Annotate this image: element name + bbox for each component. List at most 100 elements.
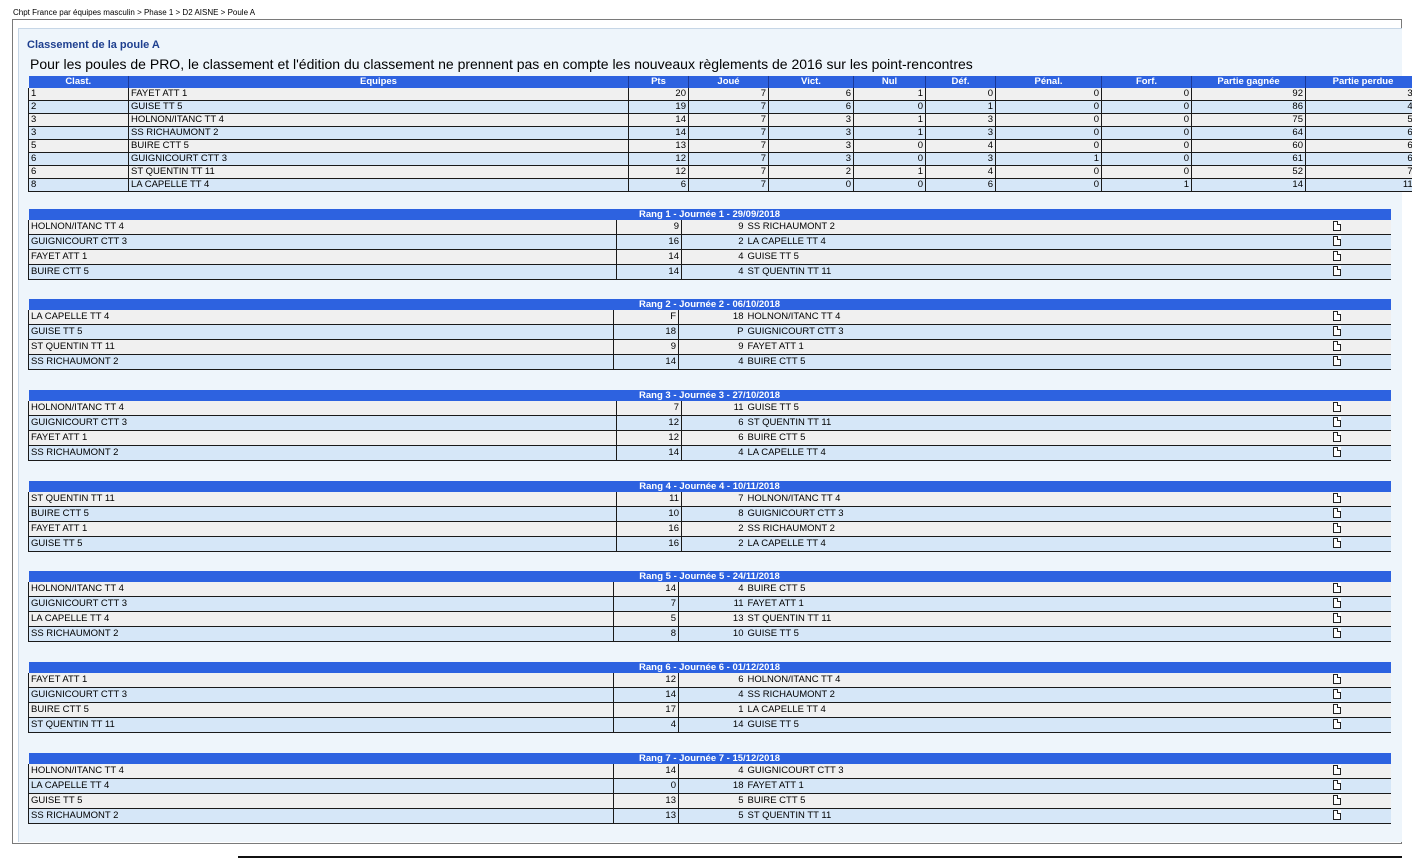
match-sheet-link[interactable] [1330,339,1391,355]
match-sheet-link[interactable] [1330,521,1391,537]
match-sheet-link[interactable] [1330,536,1391,552]
home-team[interactable]: ST QUENTIN TT 11 [28,492,617,507]
home-team[interactable]: SS RICHAUMONT 2 [28,626,614,642]
standings-cell-team[interactable]: BUIRE CTT 5 [128,139,629,153]
document-icon[interactable] [1332,674,1341,685]
away-team[interactable]: GUIGNICOURT CTT 3 [745,324,1331,340]
document-icon[interactable] [1332,447,1341,458]
away-team[interactable]: HOLNON/ITANC TT 4 [745,492,1331,507]
document-icon[interactable] [1332,236,1341,247]
away-team[interactable]: BUIRE CTT 5 [745,354,1331,370]
standings-cell-team[interactable]: SS RICHAUMONT 2 [128,126,629,140]
standings-cell-team[interactable]: ST QUENTIN TT 11 [128,165,629,179]
match-sheet-link[interactable] [1330,582,1391,597]
match-sheet-link[interactable] [1330,611,1391,627]
document-icon[interactable] [1332,493,1341,504]
home-team[interactable]: GUISE TT 5 [28,536,617,552]
home-team[interactable]: GUISE TT 5 [28,793,614,809]
document-icon[interactable] [1332,311,1341,322]
home-team[interactable]: HOLNON/ITANC TT 4 [28,220,617,235]
match-sheet-link[interactable] [1330,324,1391,340]
standings-cell-team[interactable]: LA CAPELLE TT 4 [128,178,629,192]
match-sheet-link[interactable] [1330,673,1391,688]
match-sheet-link[interactable] [1330,492,1391,507]
document-icon[interactable] [1332,689,1341,700]
standings-cell-team[interactable]: GUISE TT 5 [128,100,629,114]
away-team[interactable]: FAYET ATT 1 [745,596,1331,612]
away-team[interactable]: FAYET ATT 1 [745,339,1331,355]
match-sheet-link[interactable] [1330,310,1391,325]
match-sheet-link[interactable] [1330,506,1391,522]
document-icon[interactable] [1332,341,1341,352]
document-icon[interactable] [1332,326,1341,337]
home-team[interactable]: FAYET ATT 1 [28,430,617,446]
home-team[interactable]: GUIGNICOURT CTT 3 [28,687,614,703]
match-sheet-link[interactable] [1330,808,1391,824]
standings-cell-team[interactable]: FAYET ATT 1 [128,88,629,101]
document-icon[interactable] [1332,719,1341,730]
home-team[interactable]: SS RICHAUMONT 2 [28,354,614,370]
away-team[interactable]: GUISE TT 5 [745,717,1331,733]
home-team[interactable]: SS RICHAUMONT 2 [28,808,614,824]
home-team[interactable]: GUISE TT 5 [28,324,614,340]
away-team[interactable]: LA CAPELLE TT 4 [745,445,1331,461]
match-sheet-link[interactable] [1330,249,1391,265]
home-team[interactable]: LA CAPELLE TT 4 [28,611,614,627]
match-sheet-link[interactable] [1330,764,1391,779]
document-icon[interactable] [1332,402,1341,413]
match-sheet-link[interactable] [1330,401,1391,416]
home-team[interactable]: ST QUENTIN TT 11 [28,339,614,355]
away-team[interactable]: ST QUENTIN TT 11 [745,808,1331,824]
home-team[interactable]: FAYET ATT 1 [28,249,617,265]
match-sheet-link[interactable] [1330,778,1391,794]
away-team[interactable]: LA CAPELLE TT 4 [745,536,1331,552]
away-team[interactable]: HOLNON/ITANC TT 4 [745,310,1331,325]
home-team[interactable]: BUIRE CTT 5 [28,506,617,522]
document-icon[interactable] [1332,795,1341,806]
document-icon[interactable] [1332,810,1341,821]
match-sheet-link[interactable] [1330,596,1391,612]
match-sheet-link[interactable] [1330,445,1391,461]
away-team[interactable]: BUIRE CTT 5 [745,793,1331,809]
home-team[interactable]: GUIGNICOURT CTT 3 [28,596,614,612]
match-sheet-link[interactable] [1330,354,1391,370]
away-team[interactable]: LA CAPELLE TT 4 [745,234,1331,250]
away-team[interactable]: GUISE TT 5 [745,401,1331,416]
away-team[interactable]: GUISE TT 5 [745,626,1331,642]
away-team[interactable]: FAYET ATT 1 [745,778,1331,794]
document-icon[interactable] [1332,613,1341,624]
away-team[interactable]: GUISE TT 5 [745,249,1331,265]
match-sheet-link[interactable] [1330,430,1391,446]
home-team[interactable]: ST QUENTIN TT 11 [28,717,614,733]
standings-cell-team[interactable]: GUIGNICOURT CTT 3 [128,152,629,166]
home-team[interactable]: FAYET ATT 1 [28,673,614,688]
document-icon[interactable] [1332,432,1341,443]
home-team[interactable]: FAYET ATT 1 [28,521,617,537]
document-icon[interactable] [1332,583,1341,594]
home-team[interactable]: GUIGNICOURT CTT 3 [28,415,617,431]
document-icon[interactable] [1332,780,1341,791]
home-team[interactable]: SS RICHAUMONT 2 [28,445,617,461]
home-team[interactable]: LA CAPELLE TT 4 [28,310,614,325]
document-icon[interactable] [1332,508,1341,519]
home-team[interactable]: LA CAPELLE TT 4 [28,778,614,794]
match-sheet-link[interactable] [1330,415,1391,431]
match-sheet-link[interactable] [1330,626,1391,642]
match-sheet-link[interactable] [1330,220,1391,235]
away-team[interactable]: ST QUENTIN TT 11 [745,611,1331,627]
away-team[interactable]: SS RICHAUMONT 2 [745,521,1331,537]
home-team[interactable]: HOLNON/ITANC TT 4 [28,764,614,779]
away-team[interactable]: GUIGNICOURT CTT 3 [745,764,1331,779]
match-sheet-link[interactable] [1330,702,1391,718]
document-icon[interactable] [1332,266,1341,277]
document-icon[interactable] [1332,356,1341,367]
match-sheet-link[interactable] [1330,687,1391,703]
document-icon[interactable] [1332,704,1341,715]
home-team[interactable]: HOLNON/ITANC TT 4 [28,582,614,597]
away-team[interactable]: LA CAPELLE TT 4 [745,702,1331,718]
match-sheet-link[interactable] [1330,234,1391,250]
document-icon[interactable] [1332,417,1341,428]
document-icon[interactable] [1332,598,1341,609]
away-team[interactable]: SS RICHAUMONT 2 [745,220,1331,235]
document-icon[interactable] [1332,221,1341,232]
